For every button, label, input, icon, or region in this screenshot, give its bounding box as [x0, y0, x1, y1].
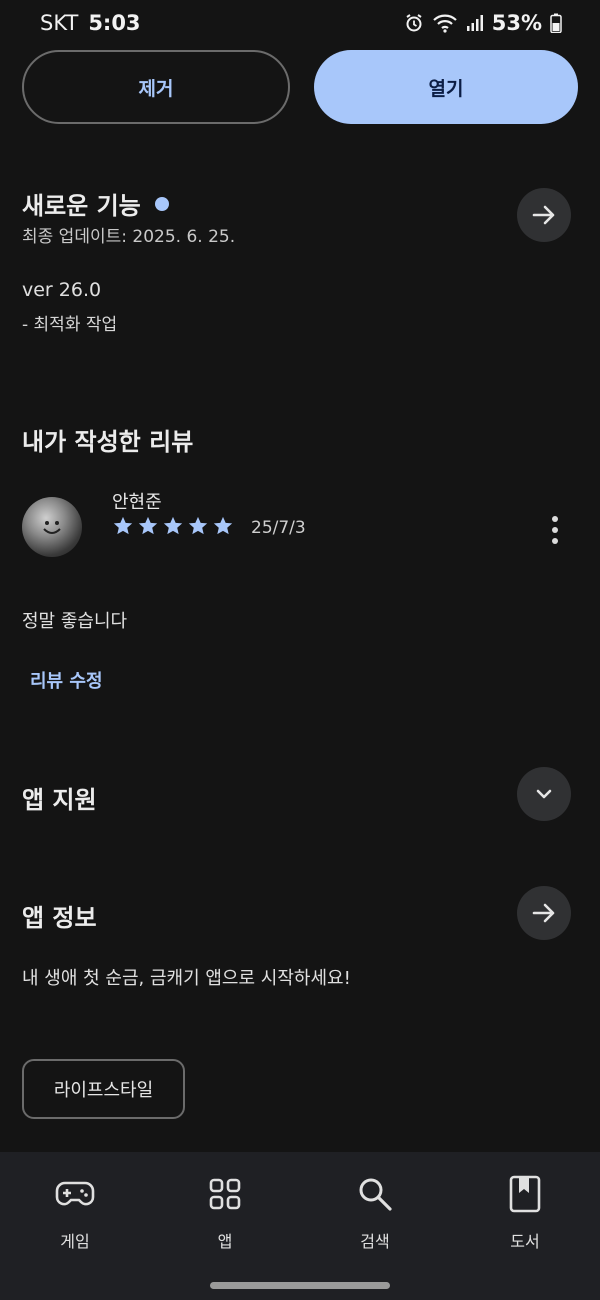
search-icon	[355, 1174, 395, 1214]
bookmark-book-icon	[505, 1174, 545, 1214]
star-icon	[113, 516, 133, 535]
alarm-icon	[404, 13, 424, 33]
nav-apps[interactable]: 앱	[165, 1174, 285, 1252]
version-text: ver 26.0	[22, 279, 102, 301]
whats-new-header[interactable]: 새로운 기능	[22, 186, 169, 221]
new-indicator-dot	[154, 196, 169, 211]
nav-games-label: 게임	[60, 1232, 90, 1251]
install-actions: 제거 열기	[22, 50, 578, 124]
chevron-down-icon	[536, 789, 552, 799]
home-indicator[interactable]	[210, 1282, 390, 1289]
nav-search-label: 검색	[360, 1232, 390, 1251]
more-vert-dot	[552, 538, 558, 544]
reviewer-name: 안현준	[112, 492, 162, 513]
uninstall-button[interactable]: 제거	[22, 50, 290, 124]
star-icon	[138, 516, 158, 535]
more-vert-dot	[552, 516, 558, 522]
more-vert-dot	[552, 527, 558, 533]
bottom-navigation: 게임 앱 검색 도서	[0, 1152, 600, 1300]
gamepad-icon	[55, 1174, 95, 1214]
cell-signal-icon	[466, 14, 484, 32]
battery-icon	[550, 13, 562, 33]
review-more-options-button[interactable]	[540, 510, 570, 550]
category-chip[interactable]: 라이프스타일	[22, 1059, 185, 1119]
status-right: 53%	[404, 11, 562, 35]
nav-search[interactable]: 검색	[315, 1174, 435, 1252]
arrow-right-icon	[532, 205, 555, 225]
apps-grid-icon	[205, 1174, 245, 1214]
whats-new-arrow-button[interactable]	[517, 188, 571, 242]
my-review-title: 내가 작성한 리뷰	[22, 428, 194, 456]
nav-apps-label: 앱	[217, 1232, 233, 1251]
clock: 5:03	[88, 11, 141, 35]
whats-new-title: 새로운 기능	[22, 192, 141, 220]
nav-books-label: 도서	[510, 1232, 540, 1251]
carrier-label: SKT	[40, 11, 79, 35]
app-info-arrow-button[interactable]	[517, 886, 571, 940]
status-left: SKT 5:03	[40, 11, 141, 35]
nav-books[interactable]: 도서	[465, 1174, 585, 1252]
star-rating	[112, 515, 234, 537]
review-body: 정말 좋습니다	[22, 611, 128, 632]
open-button[interactable]: 열기	[314, 50, 578, 124]
app-support-title[interactable]: 앱 지원	[22, 780, 97, 815]
star-icon	[163, 516, 183, 535]
reviewer-avatar	[22, 497, 82, 557]
smiley-icon	[43, 521, 61, 534]
status-bar: SKT 5:03 53%	[0, 0, 600, 46]
nav-games[interactable]: 게임	[15, 1174, 135, 1252]
changelog-text: - 최적화 작업	[22, 315, 118, 335]
arrow-right-icon	[532, 903, 555, 923]
last-updated-date: 최종 업데이트: 2025. 6. 25.	[22, 227, 236, 247]
battery-percent: 53%	[491, 11, 542, 35]
app-info-title[interactable]: 앱 정보	[22, 898, 97, 933]
review-date: 25/7/3	[251, 518, 306, 538]
app-description: 내 생애 첫 순금, 금캐기 앱으로 시작하세요!	[22, 968, 351, 989]
edit-review-button[interactable]: 리뷰 수정	[30, 667, 103, 693]
star-icon	[213, 516, 233, 535]
app-support-expand-button[interactable]	[517, 767, 571, 821]
star-icon	[188, 516, 208, 535]
wifi-icon	[432, 13, 458, 33]
